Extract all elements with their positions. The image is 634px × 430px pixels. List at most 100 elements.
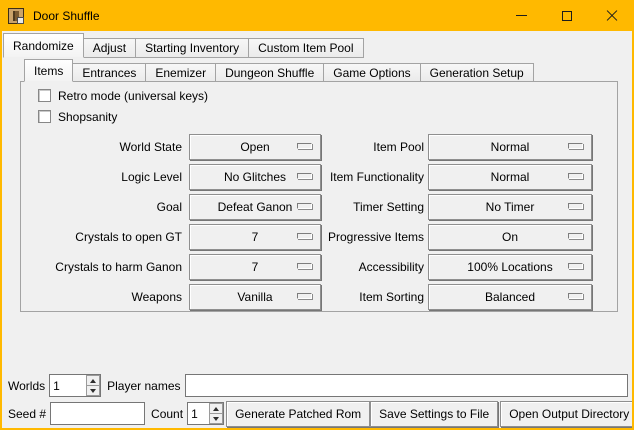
weapons-label: Weapons bbox=[21, 290, 189, 304]
accessibility-dropdown[interactable]: 100% Locations bbox=[428, 254, 592, 280]
save-settings-button[interactable]: Save Settings to File bbox=[370, 401, 498, 427]
minimize-icon bbox=[516, 15, 527, 16]
tab-custom-item-pool[interactable]: Custom Item Pool bbox=[248, 38, 363, 58]
player-names-input[interactable] bbox=[185, 374, 629, 397]
timer-setting-label: Timer Setting bbox=[321, 200, 428, 214]
tab-starting-inventory[interactable]: Starting Inventory bbox=[135, 38, 249, 58]
tab-game-options[interactable]: Game Options bbox=[323, 63, 420, 82]
weapons-value: Vanilla bbox=[237, 290, 272, 304]
timer-setting-dropdown[interactable]: No Timer bbox=[428, 194, 592, 220]
logic-level-dropdown[interactable]: No Glitches bbox=[189, 164, 321, 190]
count-spin-down[interactable] bbox=[209, 414, 223, 424]
progressive-items-label: Progressive Items bbox=[321, 230, 428, 244]
goal-label: Goal bbox=[21, 200, 189, 214]
world-state-dropdown[interactable]: Open bbox=[189, 134, 321, 160]
accessibility-label: Accessibility bbox=[321, 260, 428, 274]
timer-setting-value: No Timer bbox=[486, 200, 535, 214]
window-controls bbox=[499, 0, 634, 31]
tab-dungeon-shuffle[interactable]: Dungeon Shuffle bbox=[215, 63, 324, 82]
close-button[interactable] bbox=[589, 0, 634, 31]
shopsanity-label: Shopsanity bbox=[58, 110, 117, 124]
secondary-tab-bar: Items Entrances Enemizer Dungeon Shuffle… bbox=[20, 59, 618, 82]
generate-patched-rom-button[interactable]: Generate Patched Rom bbox=[226, 401, 370, 427]
retro-mode-checkbox[interactable] bbox=[38, 89, 51, 102]
item-sorting-label: Item Sorting bbox=[321, 290, 428, 304]
dropdown-indicator-icon bbox=[297, 203, 312, 209]
item-pool-label: Item Pool bbox=[321, 140, 428, 154]
tab-adjust[interactable]: Adjust bbox=[83, 38, 136, 58]
count-spinner bbox=[187, 402, 224, 425]
window-title: Door Shuffle bbox=[33, 9, 499, 23]
goal-value: Defeat Ganon bbox=[218, 200, 293, 214]
count-input[interactable] bbox=[188, 403, 209, 424]
progressive-items-dropdown[interactable]: On bbox=[428, 224, 592, 250]
tab-items[interactable]: Items bbox=[24, 59, 73, 82]
count-label: Count bbox=[151, 407, 183, 421]
option-row: Logic Level No Glitches Item Functionali… bbox=[21, 164, 617, 190]
seed-input[interactable] bbox=[50, 402, 145, 425]
primary-tab-bar: Randomize Adjust Starting Inventory Cust… bbox=[2, 33, 632, 58]
player-names-label: Player names bbox=[107, 379, 180, 393]
dropdown-indicator-icon bbox=[297, 263, 312, 269]
minimize-button[interactable] bbox=[499, 0, 544, 31]
dropdown-indicator-icon bbox=[297, 233, 312, 239]
app-window: Door Shuffle Randomize Adjust Starting I… bbox=[0, 0, 634, 430]
item-sorting-dropdown[interactable]: Balanced bbox=[428, 284, 592, 310]
retro-mode-label: Retro mode (universal keys) bbox=[58, 89, 208, 103]
item-functionality-value: Normal bbox=[491, 170, 530, 184]
worlds-label: Worlds bbox=[8, 379, 45, 393]
dropdown-indicator-icon bbox=[568, 263, 583, 269]
worlds-spinner bbox=[49, 374, 101, 397]
multiworld-row: Worlds Player names bbox=[8, 374, 628, 397]
spin-down-icon bbox=[90, 389, 96, 393]
spin-down-icon bbox=[213, 417, 219, 421]
option-row: World State Open Item Pool Normal bbox=[21, 134, 617, 160]
open-output-directory-button[interactable]: Open Output Directory bbox=[500, 401, 632, 427]
crystals-ganon-dropdown[interactable]: 7 bbox=[189, 254, 321, 280]
options-grid: World State Open Item Pool Normal Logic … bbox=[21, 134, 617, 310]
spin-up-icon bbox=[213, 407, 219, 411]
titlebar: Door Shuffle bbox=[0, 0, 634, 31]
option-row: Goal Defeat Ganon Timer Setting No Timer bbox=[21, 194, 617, 220]
tab-entrances[interactable]: Entrances bbox=[72, 63, 146, 82]
dropdown-indicator-icon bbox=[297, 293, 312, 299]
worlds-spin-down[interactable] bbox=[86, 386, 100, 396]
crystals-gt-label: Crystals to open GT bbox=[21, 230, 189, 244]
count-spin-up[interactable] bbox=[209, 403, 223, 414]
crystals-ganon-label: Crystals to harm Ganon bbox=[21, 260, 189, 274]
item-pool-dropdown[interactable]: Normal bbox=[428, 134, 592, 160]
tab-randomize[interactable]: Randomize bbox=[3, 33, 84, 58]
retro-mode-row: Retro mode (universal keys) bbox=[38, 88, 617, 103]
worlds-spin-up[interactable] bbox=[86, 375, 100, 386]
tab-generation-setup[interactable]: Generation Setup bbox=[420, 63, 534, 82]
crystals-gt-value: 7 bbox=[252, 230, 259, 244]
shopsanity-checkbox[interactable] bbox=[38, 110, 51, 123]
goal-dropdown[interactable]: Defeat Ganon bbox=[189, 194, 321, 220]
dropdown-indicator-icon bbox=[297, 143, 312, 149]
dropdown-indicator-icon bbox=[568, 143, 583, 149]
shopsanity-row: Shopsanity bbox=[38, 109, 617, 124]
spin-up-icon bbox=[90, 379, 96, 383]
world-state-value: Open bbox=[240, 140, 269, 154]
item-functionality-label: Item Functionality bbox=[321, 170, 428, 184]
progressive-items-value: On bbox=[502, 230, 518, 244]
world-state-label: World State bbox=[21, 140, 189, 154]
accessibility-value: 100% Locations bbox=[467, 260, 552, 274]
dropdown-indicator-icon bbox=[297, 173, 312, 179]
item-sorting-value: Balanced bbox=[485, 290, 535, 304]
option-row: Crystals to open GT 7 Progressive Items … bbox=[21, 224, 617, 250]
dropdown-indicator-icon bbox=[568, 173, 583, 179]
randomize-panel: Items Entrances Enemizer Dungeon Shuffle… bbox=[20, 59, 618, 312]
door-icon bbox=[8, 8, 24, 24]
maximize-button[interactable] bbox=[544, 0, 589, 31]
crystals-gt-dropdown[interactable]: 7 bbox=[189, 224, 321, 250]
worlds-input[interactable] bbox=[50, 375, 86, 396]
tab-enemizer[interactable]: Enemizer bbox=[145, 63, 216, 82]
option-row: Crystals to harm Ganon 7 Accessibility 1… bbox=[21, 254, 617, 280]
weapons-dropdown[interactable]: Vanilla bbox=[189, 284, 321, 310]
dropdown-indicator-icon bbox=[568, 233, 583, 239]
item-functionality-dropdown[interactable]: Normal bbox=[428, 164, 592, 190]
items-tab-panel: Retro mode (universal keys) Shopsanity W… bbox=[20, 81, 618, 312]
option-row: Weapons Vanilla Item Sorting Balanced bbox=[21, 284, 617, 310]
dropdown-indicator-icon bbox=[568, 293, 583, 299]
